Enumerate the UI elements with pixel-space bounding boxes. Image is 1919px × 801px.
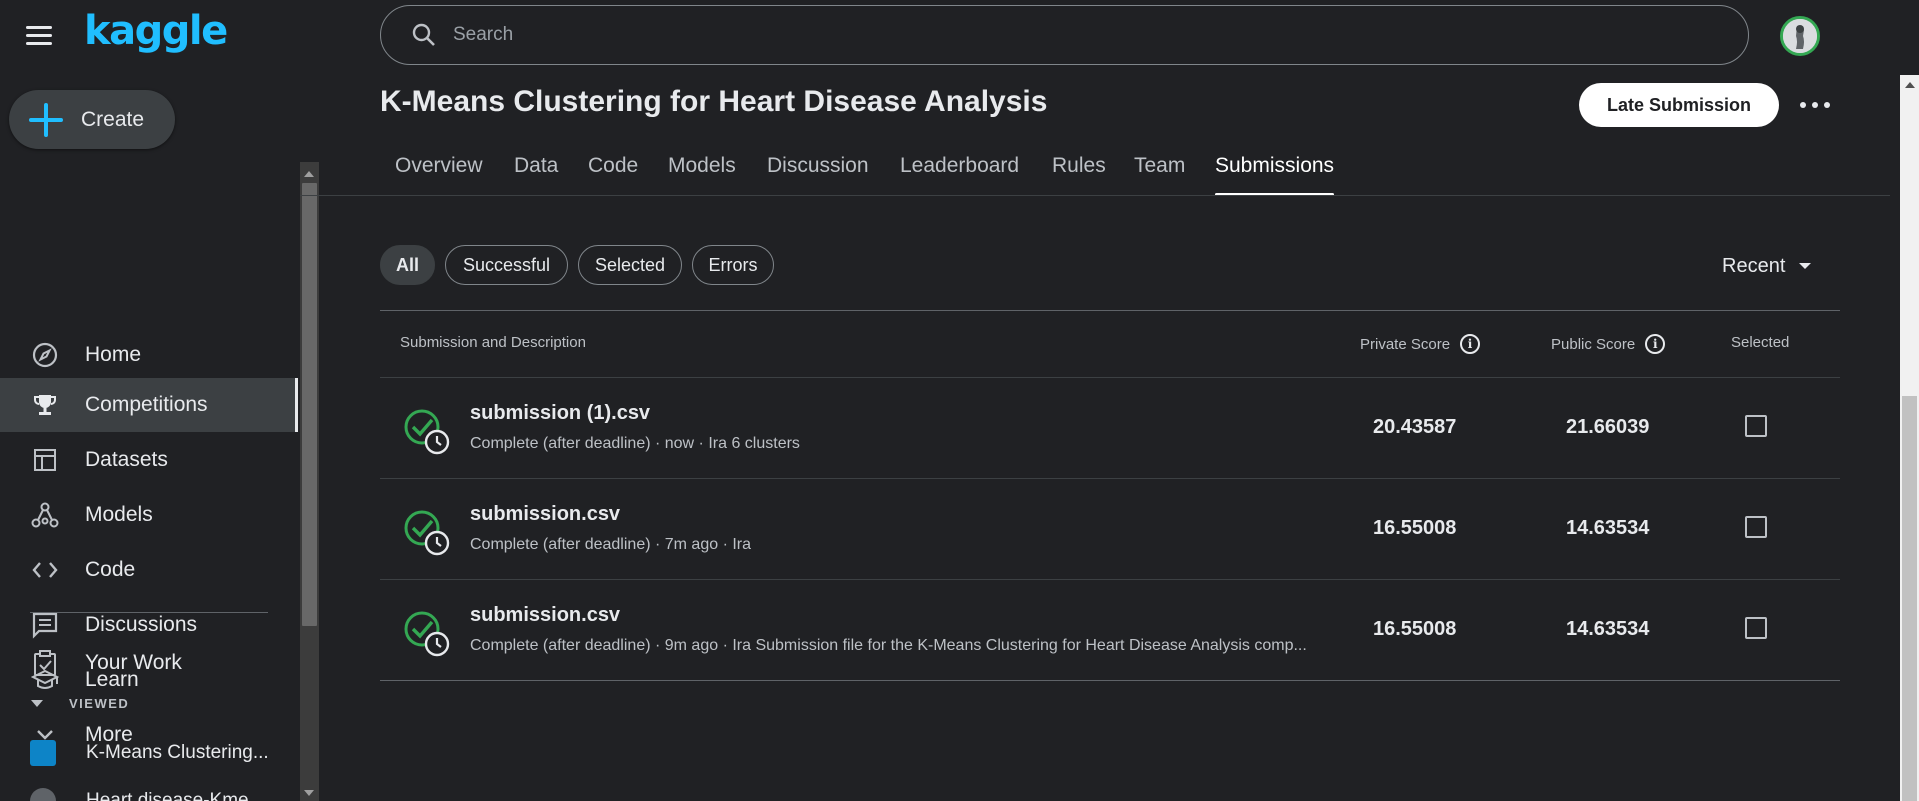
header-private-score: Private Score i: [1360, 334, 1481, 354]
sidebar-divider: [30, 612, 268, 613]
public-score: 14.63534: [1566, 618, 1650, 640]
create-label: Create: [81, 107, 145, 131]
discussion-icon: [31, 611, 59, 639]
sidebar-item-your-work[interactable]: Your Work: [0, 636, 298, 690]
public-score: 21.66039: [1566, 416, 1650, 438]
sort-label: Recent: [1722, 254, 1786, 277]
complete-after-deadline-icon: [404, 611, 450, 657]
search-icon: [412, 23, 435, 46]
selected-checkbox[interactable]: [1745, 415, 1767, 437]
late-submission-button[interactable]: Late Submission: [1579, 83, 1779, 127]
tab-models[interactable]: Models: [668, 140, 736, 196]
submission-filename[interactable]: submission (1).csv: [470, 402, 650, 425]
page-scrollbar-thumb[interactable]: [1902, 396, 1917, 801]
scroll-up-arrow-icon[interactable]: [1905, 82, 1915, 88]
tab-overview[interactable]: Overview: [395, 140, 483, 196]
complete-after-deadline-icon: [404, 510, 450, 556]
sidebar-scrollbar-thumb[interactable]: [302, 183, 317, 626]
selected-checkbox[interactable]: [1745, 516, 1767, 538]
header-selected: Selected: [1731, 334, 1790, 351]
table-row: submission.csv Complete (after deadline)…: [380, 478, 1840, 579]
compass-icon: [31, 341, 59, 369]
sidebar-item-label: Your Work: [85, 651, 182, 674]
tab-submissions[interactable]: Submissions: [1215, 140, 1335, 196]
more-options-icon[interactable]: [1800, 92, 1830, 118]
sidebar-item-label: Code: [85, 558, 136, 581]
tabs-divider: [300, 195, 1890, 196]
tab-code[interactable]: Code: [588, 140, 638, 196]
sidebar-item-datasets[interactable]: Datasets: [0, 433, 298, 487]
scroll-up-arrow-icon[interactable]: [304, 171, 314, 177]
private-score: 20.43587: [1373, 416, 1457, 438]
caret-down-icon: [31, 700, 43, 707]
sidebar-item-models[interactable]: Models: [0, 488, 298, 542]
sort-dropdown[interactable]: Recent: [1722, 253, 1812, 279]
sidebar-item-code[interactable]: Code: [0, 543, 298, 597]
header-public-score: Public Score i: [1551, 334, 1666, 354]
models-icon: [31, 501, 59, 529]
page-title: K-Means Clustering for Heart Disease Ana…: [380, 85, 1048, 118]
viewed-heading: VIEWED: [69, 695, 130, 711]
caret-down-icon: [1799, 263, 1812, 269]
tab-discussion[interactable]: Discussion: [767, 140, 869, 196]
complete-after-deadline-icon: [404, 409, 450, 455]
selected-checkbox[interactable]: [1745, 617, 1767, 639]
sidebar-item-label: Competitions: [85, 393, 208, 416]
filter-selected[interactable]: Selected: [578, 245, 682, 285]
submission-description: Complete (after deadline) · 7m ago · Ira: [470, 536, 752, 553]
info-icon[interactable]: i: [1460, 334, 1481, 354]
header-submission: Submission and Description: [400, 334, 586, 351]
create-button[interactable]: Create: [9, 90, 175, 149]
tab-leaderboard[interactable]: Leaderboard: [900, 140, 1019, 196]
sidebar-item-label: Datasets: [85, 448, 168, 471]
viewed-item-k-means[interactable]: K-Means Clustering...: [30, 738, 269, 768]
table-bottom-border: [380, 680, 1840, 681]
submission-filename[interactable]: submission.csv: [470, 503, 620, 526]
scroll-down-arrow-icon[interactable]: [304, 790, 314, 796]
tab-data[interactable]: Data: [514, 140, 558, 196]
tab-rules[interactable]: Rules: [1052, 140, 1106, 196]
viewed-item-label: K-Means Clustering...: [86, 742, 269, 763]
info-icon[interactable]: i: [1645, 334, 1666, 354]
table-icon: [31, 446, 59, 474]
viewed-section-toggle[interactable]: VIEWED: [30, 693, 129, 713]
kaggle-logo[interactable]: kaggle: [84, 8, 228, 54]
code-icon: [31, 556, 59, 584]
sidebar-item-home[interactable]: Home: [0, 328, 298, 382]
avatar[interactable]: [1780, 16, 1820, 56]
kaggle-app: kaggle Create Home Competitions Datasets: [0, 0, 1919, 801]
trophy-icon: [31, 391, 59, 419]
filter-errors[interactable]: Errors: [692, 245, 774, 285]
viewed-item-label: Heart disease-Kme...: [86, 790, 265, 801]
hamburger-menu-icon[interactable]: [26, 20, 62, 50]
private-score: 16.55008: [1373, 517, 1457, 539]
competition-thumbnail: [30, 740, 56, 766]
plus-icon: [29, 102, 63, 137]
filter-successful[interactable]: Successful: [445, 245, 568, 285]
table-row: submission.csv Complete (after deadline)…: [380, 579, 1840, 680]
table-top-border: [380, 310, 1840, 311]
search-placeholder: Search: [453, 24, 514, 45]
sidebar-item-label: Discussions: [85, 613, 198, 636]
header-public-label: Public Score: [1551, 335, 1636, 353]
header-private-label: Private Score: [1360, 335, 1451, 353]
sidebar: Home Competitions Datasets Models Code D…: [0, 162, 300, 801]
viewed-item-heart-disease[interactable]: Heart disease-Kme...: [30, 786, 264, 801]
notebook-thumbnail: [30, 788, 56, 801]
search-input[interactable]: Search: [380, 5, 1749, 65]
sidebar-item-competitions[interactable]: Competitions: [0, 378, 298, 432]
clipboard-icon: [31, 649, 59, 677]
tab-team[interactable]: Team: [1134, 140, 1185, 196]
public-score: 14.63534: [1566, 517, 1650, 539]
table-row: submission (1).csv Complete (after deadl…: [380, 377, 1840, 478]
submission-description: Complete (after deadline) · now · Ira 6 …: [470, 435, 800, 452]
sidebar-item-label: Home: [85, 343, 142, 366]
sidebar-item-label: Models: [85, 503, 153, 526]
private-score: 16.55008: [1373, 618, 1457, 640]
submission-filename[interactable]: submission.csv: [470, 604, 620, 627]
filter-all[interactable]: All: [380, 245, 435, 285]
submission-description: Complete (after deadline) · 9m ago · Ira…: [470, 637, 1307, 654]
